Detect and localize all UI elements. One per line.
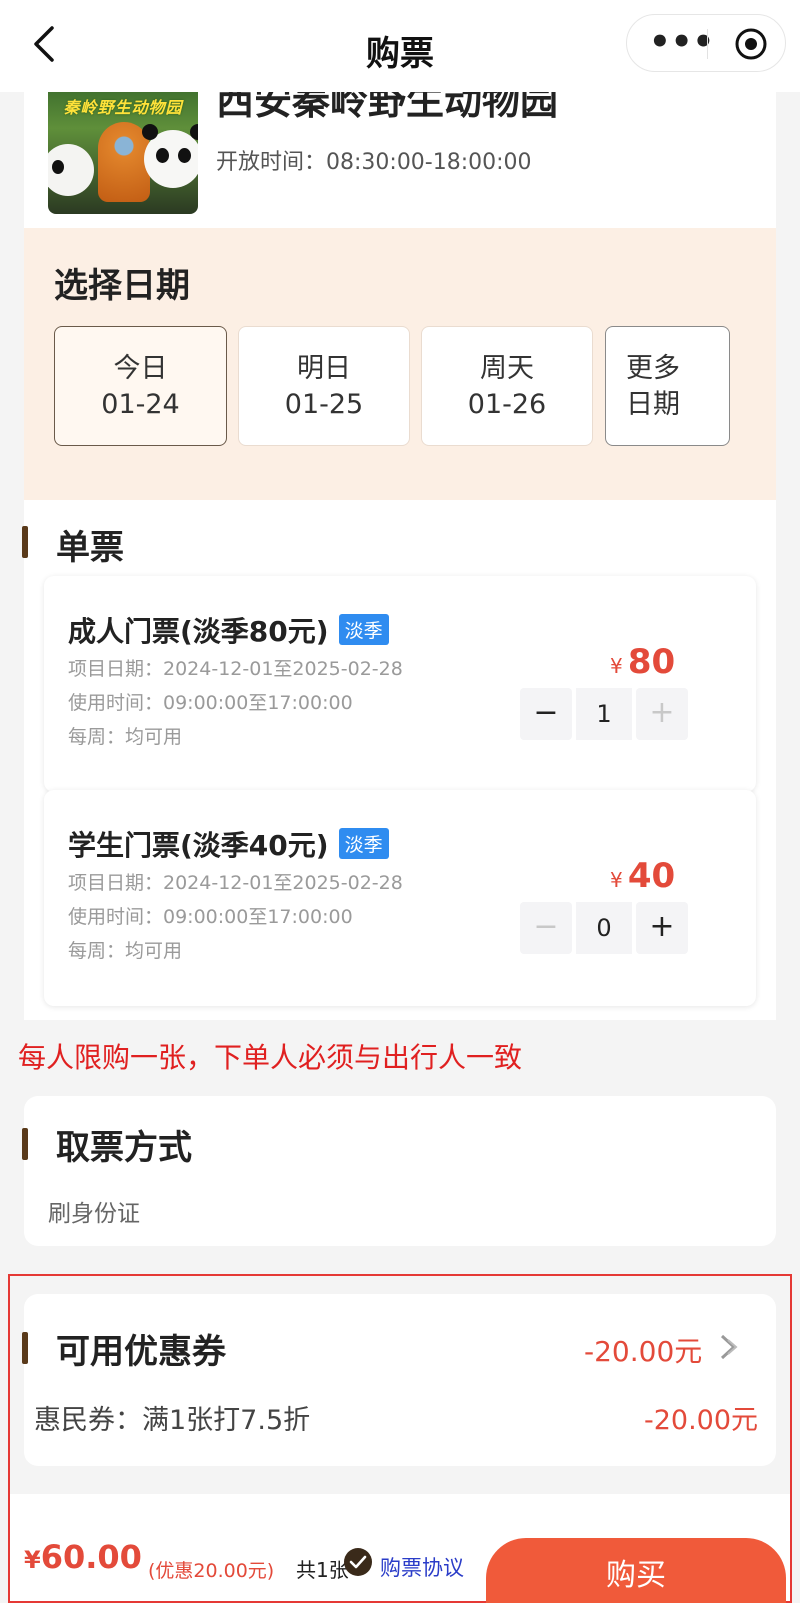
purchase-limit-note: 每人限购一张，下单人必须与出行人一致 <box>18 1041 523 1074</box>
ticket-count-note: 共1张 <box>296 1558 349 1582</box>
ticket-use-time: 使用时间：09:00:00至17:00:00 <box>68 906 353 928</box>
park-header: 秦岭野生动物园 西安秦岭野生动物园 开放时间：08:30:00-18:00:00 <box>24 92 776 228</box>
coupon-item-amount: -20.00元 <box>644 1405 759 1436</box>
panda-image <box>48 144 94 196</box>
purchase-agreement-link[interactable]: 购票协议 <box>380 1552 464 1582</box>
pickup-method-card[interactable]: 取票方式 刷身份证 <box>22 1096 776 1246</box>
currency-symbol: ¥ <box>610 868 623 892</box>
date-option-today[interactable]: 今日 01-24 <box>54 326 227 446</box>
section-accent-bar <box>22 526 28 558</box>
ticket-name: 学生门票(淡季40元) 淡季 <box>68 824 389 864</box>
ticket-name-text: 成人门票(淡季80元) <box>68 615 329 648</box>
quantity-stepper: − 0 + <box>520 902 688 954</box>
date-option-date: 01-25 <box>284 389 364 420</box>
ticket-section-title: 单票 <box>56 528 124 568</box>
thumbnail-sign-text: 秦岭野生动物园 <box>63 98 183 117</box>
date-option-label: 今日 <box>113 353 168 384</box>
back-arrow-icon[interactable] <box>28 24 68 68</box>
park-thumbnail[interactable]: 秦岭野生动物园 <box>48 92 198 214</box>
park-name: 西安秦岭野生动物园 <box>216 92 559 123</box>
ticket-weekly-availability: 每周：均可用 <box>68 940 183 962</box>
date-option-date: 01-24 <box>101 389 180 420</box>
date-option-label: 明日 <box>297 353 351 384</box>
pickup-section-title: 取票方式 <box>56 1128 192 1168</box>
ticket-price: ¥ 40 <box>610 856 675 896</box>
capsule-divider <box>707 29 708 59</box>
date-option-tomorrow[interactable]: 明日 01-25 <box>238 326 410 446</box>
more-dates-button[interactable]: 更多 日期 <box>605 326 730 446</box>
ticket-name-text: 学生门票(淡季40元) <box>68 829 329 862</box>
top-nav-bar: 购票 ••• <box>0 0 800 92</box>
coupon-total-discount: -20.00元 <box>584 1335 703 1368</box>
quantity-stepper: − 1 + <box>520 688 688 740</box>
ticket-use-time: 使用时间：09:00:00至17:00:00 <box>68 692 353 714</box>
ticket-date-range: 项目日期：2024-12-01至2025-02-28 <box>68 658 403 680</box>
single-ticket-section: 单票 成人门票(淡季80元) 淡季 项目日期：2024-12-01至2025-02… <box>22 500 776 1020</box>
currency-symbol: ¥ <box>610 654 623 678</box>
opening-hours: 开放时间：08:30:00-18:00:00 <box>216 150 532 175</box>
discount-note: (优惠20.00元) <box>148 1560 275 1582</box>
date-section-title: 选择日期 <box>54 266 190 306</box>
coupon-card[interactable]: 可用优惠券 -20.00元 惠民券：满1张打7.5折 -20.00元 <box>22 1294 776 1466</box>
date-option-label: 周天 <box>480 353 534 384</box>
price-value: 80 <box>627 642 676 682</box>
date-option-date: 01-26 <box>467 389 547 420</box>
ticket-weekly-availability: 每周：均可用 <box>68 726 183 748</box>
decrease-quantity-button[interactable]: − <box>520 688 572 740</box>
increase-quantity-button[interactable]: + <box>636 902 688 954</box>
ticket-date-range: 项目日期：2024-12-01至2025-02-28 <box>68 872 403 894</box>
section-accent-bar <box>22 1128 28 1160</box>
currency-symbol: ¥ <box>24 1546 41 1574</box>
price-value: 40 <box>627 856 676 896</box>
total-price-value: 60.00 <box>40 1538 142 1576</box>
season-badge: 淡季 <box>338 614 389 645</box>
total-price: ¥60.00 <box>24 1538 142 1576</box>
quantity-value[interactable]: 0 <box>576 902 632 954</box>
chevron-right-icon[interactable] <box>714 1330 744 1364</box>
coupon-section-title: 可用优惠券 <box>56 1332 226 1372</box>
pickup-method-value: 刷身份证 <box>48 1201 140 1227</box>
agreement-checkbox[interactable] <box>344 1548 372 1576</box>
checkout-bar: ¥60.00 (优惠20.00元) 共1张 购票协议 购买 <box>10 1494 790 1603</box>
quantity-value[interactable]: 1 <box>576 688 632 740</box>
close-target-icon[interactable] <box>733 26 769 62</box>
ticket-price: ¥ 80 <box>610 642 675 682</box>
coupon-item-label: 惠民券：满1张打7.5折 <box>34 1405 311 1436</box>
date-option-sunday[interactable]: 周天 01-26 <box>421 326 593 446</box>
more-dates-label: 更多 <box>626 353 680 384</box>
mini-program-capsule: ••• <box>626 14 786 72</box>
more-options-icon[interactable]: ••• <box>649 25 714 60</box>
panda-image <box>142 124 198 188</box>
more-dates-label: 日期 <box>626 389 680 420</box>
ticket-name: 成人门票(淡季80元) 淡季 <box>68 610 389 650</box>
season-badge: 淡季 <box>338 828 389 859</box>
ticket-card-adult: 成人门票(淡季80元) 淡季 项目日期：2024-12-01至2025-02-28… <box>44 576 756 792</box>
buy-button[interactable]: 购买 <box>486 1538 786 1603</box>
section-accent-bar <box>22 1332 28 1364</box>
date-selector: 选择日期 今日 01-24 明日 01-25 周天 01-26 更多 日期 <box>24 228 776 500</box>
decrease-quantity-button[interactable]: − <box>520 902 572 954</box>
ticket-card-student: 学生门票(淡季40元) 淡季 项目日期：2024-12-01至2025-02-28… <box>44 790 756 1006</box>
check-icon <box>349 1555 367 1569</box>
increase-quantity-button[interactable]: + <box>636 688 688 740</box>
